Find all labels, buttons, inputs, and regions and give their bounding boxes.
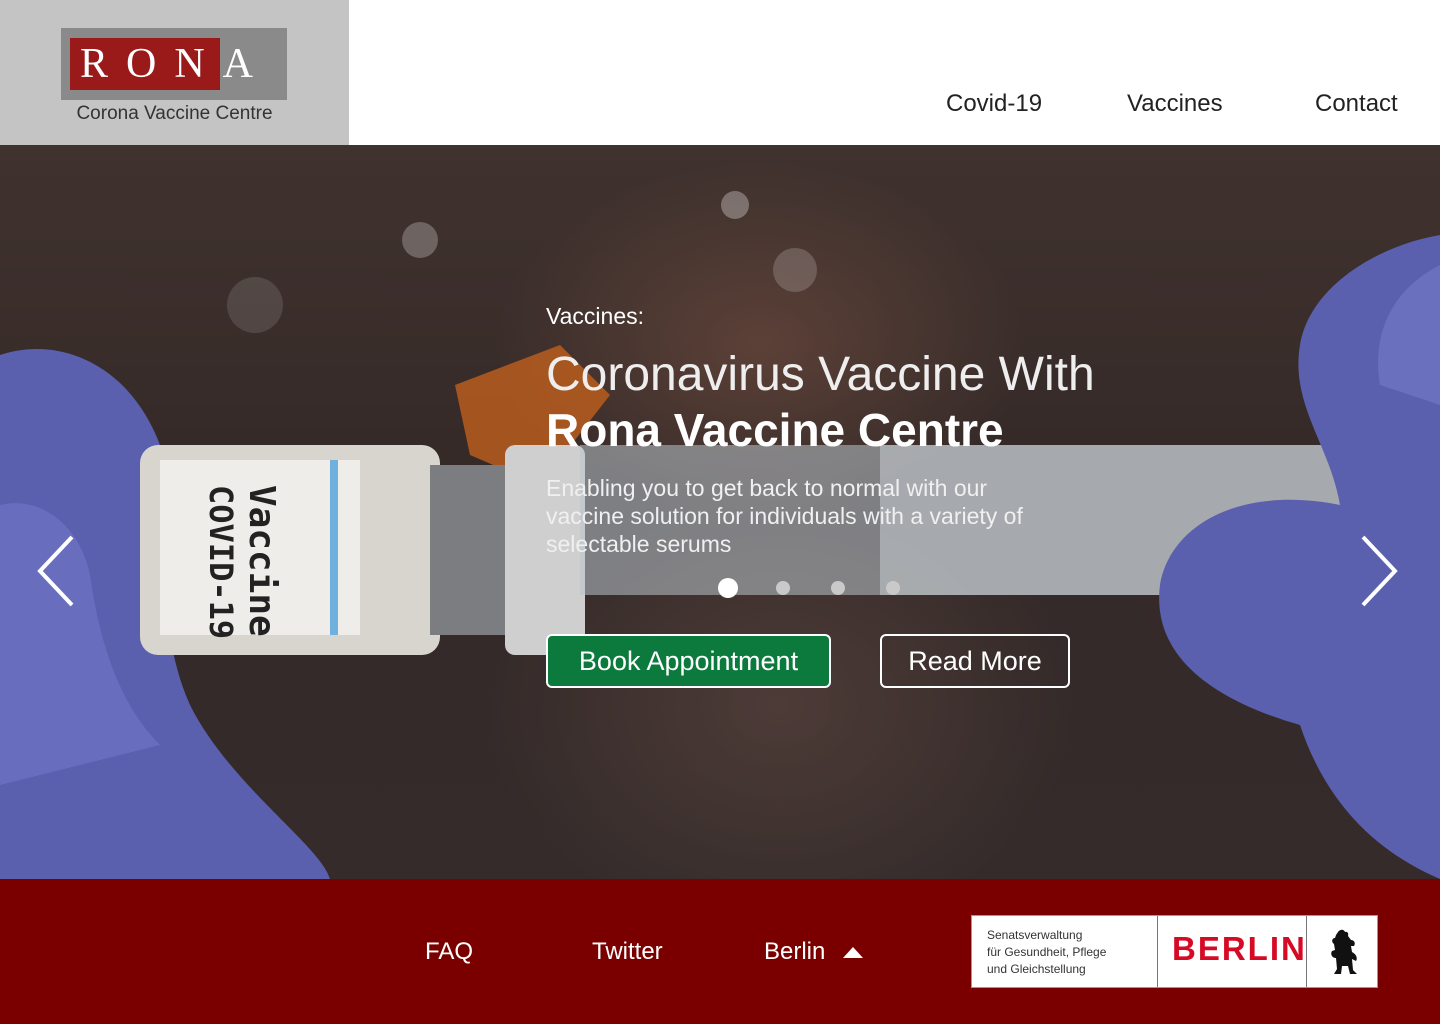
badge-berlin-wordmark: BERLIN (1172, 930, 1307, 967)
site-header: RONA Corona Vaccine Centre Covid-19 Vacc… (0, 0, 1440, 145)
logo[interactable]: RONA Corona Vaccine Centre (0, 0, 349, 145)
svg-text:COVID-19: COVID-19 (202, 485, 240, 639)
hero-eyebrow: Vaccines: (546, 303, 645, 329)
carousel-dot-1[interactable] (718, 578, 738, 598)
read-more-button[interactable]: Read More (880, 634, 1070, 688)
hero-headline-light: Coronavirus Vaccine With (546, 348, 1095, 401)
carousel-dot-2[interactable] (776, 581, 790, 595)
carousel-prev-button[interactable] (30, 533, 80, 609)
chevron-right-icon (1361, 535, 1398, 607)
badge-line-1: Senatsverwaltung (987, 928, 1083, 942)
carousel-indicators (718, 578, 918, 598)
footer-berlin-dropdown[interactable]: Berlin (764, 938, 864, 966)
hero-headline-bold: Rona Vaccine Centre (546, 404, 1004, 456)
badge-divider (1306, 916, 1307, 987)
badge-department-text: Senatsverwaltung für Gesundheit, Pflege … (987, 927, 1106, 978)
berlin-bear-icon (1331, 929, 1357, 974)
carousel-dot-3[interactable] (831, 581, 845, 595)
footer-link-faq[interactable]: FAQ (425, 938, 473, 966)
berlin-senate-badge[interactable]: Senatsverwaltung für Gesundheit, Pflege … (971, 915, 1378, 988)
nav-contact[interactable]: Contact (1315, 90, 1398, 118)
badge-divider (1157, 916, 1158, 987)
badge-line-2: für Gesundheit, Pflege (987, 945, 1107, 959)
chevron-left-icon (37, 535, 74, 607)
footer-link-berlin: Berlin (764, 938, 826, 965)
book-appointment-button[interactable]: Book Appointment (546, 634, 831, 688)
hero-description: Enabling you to get back to normal with … (546, 475, 1023, 557)
svg-text:Vaccine: Vaccine (241, 485, 282, 637)
triangle-up-icon (843, 946, 864, 958)
logo-subtitle: Corona Vaccine Centre (76, 103, 273, 124)
nav-vaccines[interactable]: Vaccines (1127, 90, 1223, 118)
badge-line-3: und Gleichstellung (987, 962, 1086, 976)
carousel-dot-4[interactable] (886, 581, 900, 595)
footer-link-twitter[interactable]: Twitter (592, 938, 663, 966)
logo-wordmark: RONA (80, 41, 272, 87)
carousel-next-button[interactable] (1355, 533, 1405, 609)
hero-banner: Vaccine COVID-19 Vaccines: Coronavirus V… (0, 145, 1440, 879)
nav-covid-19[interactable]: Covid-19 (946, 90, 1042, 118)
